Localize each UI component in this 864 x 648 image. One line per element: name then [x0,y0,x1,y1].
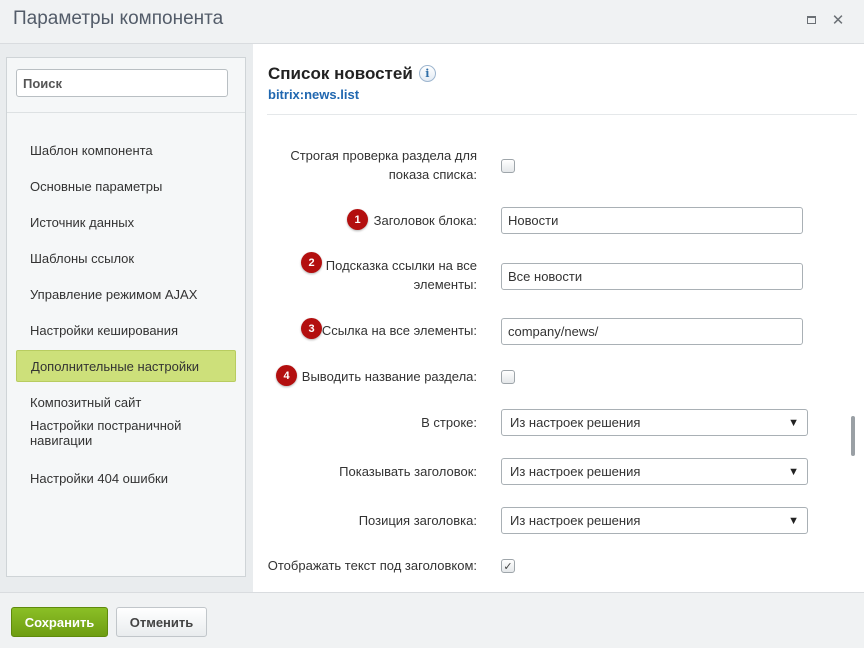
field-label: Ссылка на все элементы: [321,323,477,338]
field-label: Заголовок блока: [373,213,477,228]
sidebar-divider [7,112,245,113]
field-label: Позиция заголовка: [358,513,477,528]
checkmark-icon: ✓ [503,560,513,573]
component-code: bitrix:news.list [268,87,360,102]
sidebar-item-label: Шаблон компонента [30,142,153,158]
sidebar-item-label: Настройки 404 ошибки [30,470,168,486]
component-title: Список новостей [268,64,413,83]
field-label: Показывать заголовок: [339,464,477,479]
show-title-select[interactable]: Из настроек решения ▼ [501,458,808,485]
field-label: В строке: [421,415,477,430]
dialog-footer: Сохранить Отменить [0,592,864,648]
sidebar-item-link-templates[interactable]: Шаблоны ссылок [16,242,236,274]
close-icon: ✕ [831,11,845,29]
sidebar-item-pagination[interactable]: Настройки постраничной навигации [16,417,196,449]
save-button[interactable]: Сохранить [11,607,108,637]
field-label: Строгая проверка раздела для показа спис… [290,148,477,182]
sidebar-item-404-settings[interactable]: Настройки 404 ошибки [16,462,236,494]
show-section-name-checkbox[interactable] [501,370,515,384]
select-value: Из настроек решения [510,464,641,479]
window-title: Параметры компонента [13,8,224,29]
field-label: Отображать текст под заголовком: [267,558,477,573]
sidebar: Шаблон компонента Основные параметры Ист… [6,57,246,577]
sidebar-item-label: Композитный сайт [30,394,142,410]
chevron-down-icon: ▼ [788,465,799,478]
sidebar-item-basic-params[interactable]: Основные параметры [16,170,236,202]
block-title-input[interactable] [501,207,803,234]
select-value: Из настроек решения [510,513,641,528]
dialog-body: Шаблон компонента Основные параметры Ист… [0,44,864,592]
callout-badge: 4 [276,365,297,386]
title-position-select[interactable]: Из настроек решения ▼ [501,507,808,534]
maximize-icon [806,16,816,24]
per-row-select[interactable]: Из настроек решения ▼ [501,409,808,436]
sidebar-item-data-source[interactable]: Источник данных [16,206,236,238]
sidebar-item-caching[interactable]: Настройки кеширования [16,314,236,346]
show-subtitle-text-checkbox[interactable]: ✓ [501,559,515,573]
window-titlebar: Параметры компонента ✕ [0,0,864,44]
info-icon[interactable]: i [418,65,436,82]
all-link-input[interactable] [501,318,803,345]
sidebar-item-label: Настройки постраничной навигации [30,418,182,448]
settings-panel: Список новостей i bitrix:news.list Строга… [253,44,864,592]
sidebar-item-ajax-mode[interactable]: Управление режимом AJAX [16,278,236,310]
component-header: Список новостей i bitrix:news.list [268,64,436,102]
field-label: Выводить название раздела: [301,369,477,384]
sidebar-item-label: Настройки кеширования [30,322,179,338]
strict-check-checkbox[interactable] [501,159,515,173]
callout-badge: 3 [301,318,322,339]
sidebar-item-label: Шаблоны ссылок [30,250,135,266]
chevron-down-icon: ▼ [788,416,799,429]
select-value: Из настроек решения [510,415,641,430]
sidebar-item-label: Основные параметры [30,178,163,194]
header-divider [267,114,857,115]
sidebar-item-additional-settings[interactable]: Дополнительные настройки [16,350,236,382]
sidebar-item-label: Источник данных [30,214,135,230]
sidebar-item-label: Управление режимом AJAX [30,286,198,302]
sidebar-item-component-template[interactable]: Шаблон компонента [16,134,236,166]
all-link-hint-input[interactable] [501,263,803,290]
callout-badge: 1 [347,209,368,230]
search-input[interactable] [16,69,228,97]
cancel-button[interactable]: Отменить [116,607,207,637]
chevron-down-icon: ▼ [788,514,799,527]
close-button[interactable]: ✕ [830,12,846,28]
field-label: Подсказка ссылки на все элементы: [325,258,477,292]
maximize-button[interactable] [803,12,819,28]
sidebar-item-composite-site[interactable]: Композитный сайт [16,386,236,418]
scrollbar-thumb[interactable] [851,416,855,456]
sidebar-item-label: Дополнительные настройки [31,358,200,374]
